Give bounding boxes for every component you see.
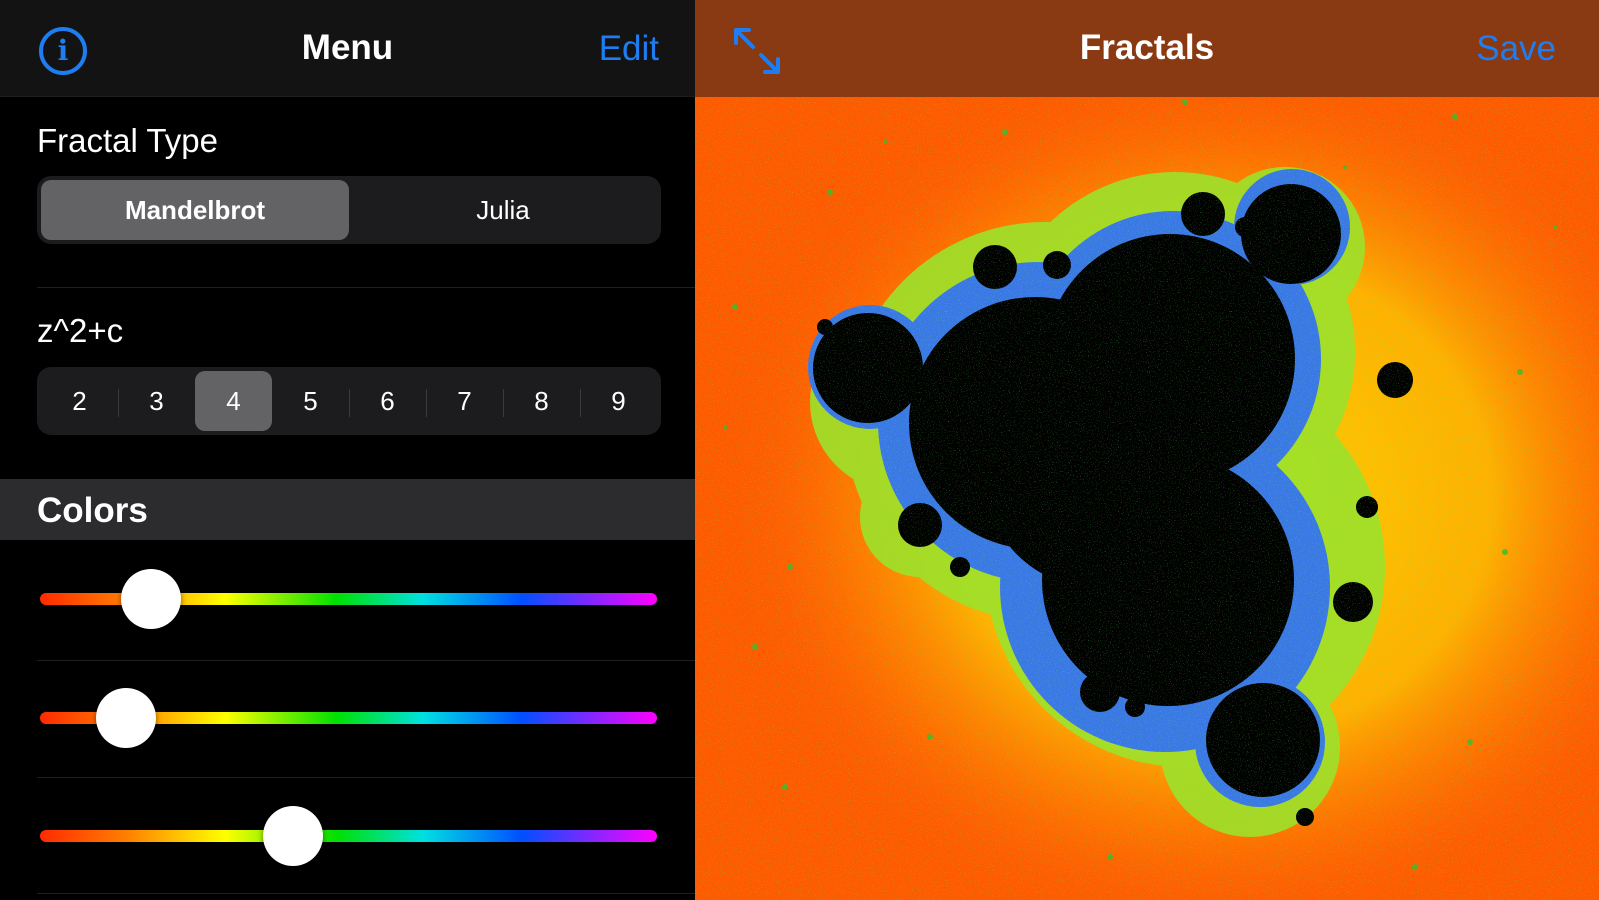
menu-title: Menu bbox=[301, 28, 394, 67]
slider-thumb[interactable] bbox=[121, 569, 182, 629]
segment-power-4[interactable]: 4 bbox=[195, 371, 272, 431]
edit-button[interactable]: Edit bbox=[599, 29, 659, 69]
segment-mandelbrot[interactable]: Mandelbrot bbox=[41, 180, 349, 240]
slider-thumb[interactable] bbox=[96, 688, 157, 748]
segment-power-6[interactable]: 6 bbox=[349, 371, 426, 431]
slider-thumb[interactable] bbox=[262, 806, 323, 866]
segment-power-5[interactable]: 5 bbox=[272, 371, 349, 431]
menu-navigation-bar: i Menu Edit bbox=[0, 0, 695, 97]
divider bbox=[37, 660, 695, 661]
divider bbox=[37, 893, 695, 894]
color-slider-1[interactable] bbox=[40, 569, 657, 629]
divider bbox=[37, 287, 695, 288]
segment-power-8[interactable]: 8 bbox=[503, 371, 580, 431]
menu-panel: i Menu Edit Fractal Type Mandelbrot Juli… bbox=[0, 0, 695, 900]
viewer-panel: Fractals Save bbox=[695, 0, 1599, 900]
colors-header-label: Colors bbox=[37, 491, 148, 530]
fractal-canvas[interactable] bbox=[695, 97, 1599, 900]
fractal-type-label: Fractal Type bbox=[37, 122, 218, 159]
color-slider-3[interactable] bbox=[40, 806, 657, 866]
formula-label: z^2+c bbox=[37, 312, 124, 349]
segment-power-3[interactable]: 3 bbox=[118, 371, 195, 431]
segment-julia[interactable]: Julia bbox=[349, 180, 657, 240]
viewer-navigation-bar: Fractals Save bbox=[695, 0, 1599, 97]
viewer-title: Fractals bbox=[1079, 28, 1215, 67]
segment-power-2[interactable]: 2 bbox=[41, 371, 118, 431]
color-slider-2[interactable] bbox=[40, 688, 657, 748]
segment-power-9[interactable]: 9 bbox=[580, 371, 657, 431]
colors-section-header: Colors bbox=[0, 479, 695, 540]
save-button[interactable]: Save bbox=[1476, 29, 1556, 69]
power-segmented-control: 2 3 4 5 6 7 8 9 bbox=[37, 367, 661, 435]
slider-track bbox=[40, 830, 657, 842]
fractal-type-segmented-control: Mandelbrot Julia bbox=[37, 176, 661, 244]
divider bbox=[37, 777, 695, 778]
segment-power-7[interactable]: 7 bbox=[426, 371, 503, 431]
fractal-grain bbox=[695, 97, 1599, 900]
